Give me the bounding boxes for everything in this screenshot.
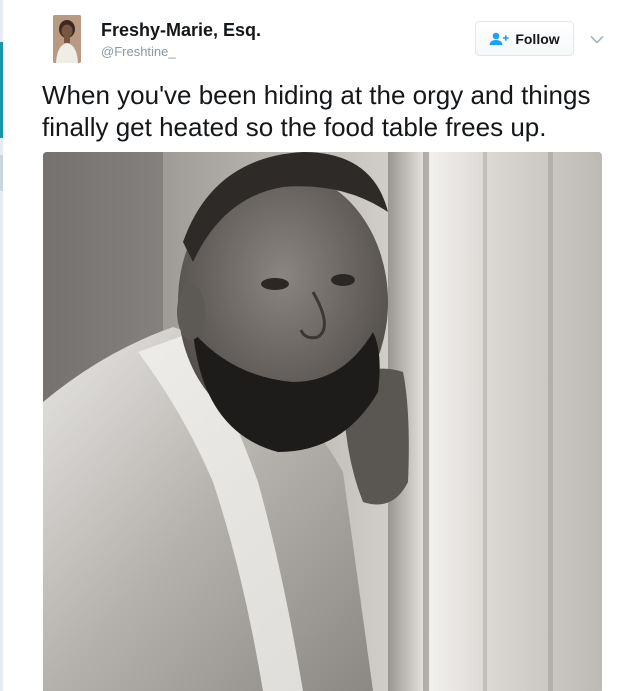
author-name[interactable]: Freshy-Marie, Esq. — [101, 20, 261, 41]
follow-button-label: Follow — [515, 30, 560, 47]
tweet-text: When you've been hiding at the orgy and … — [42, 80, 591, 142]
left-border-accent — [0, 42, 3, 138]
tweet-photo[interactable] — [43, 152, 602, 691]
author-handle[interactable]: @Freshtine_ — [101, 44, 176, 59]
avatar[interactable] — [53, 15, 81, 63]
chevron-down-icon[interactable] — [590, 32, 604, 44]
follow-button[interactable]: Follow — [475, 21, 574, 56]
follow-person-plus-icon — [489, 32, 509, 45]
left-border-accent-2 — [0, 155, 3, 191]
avatar-image — [53, 15, 81, 63]
photo-image — [43, 152, 602, 691]
